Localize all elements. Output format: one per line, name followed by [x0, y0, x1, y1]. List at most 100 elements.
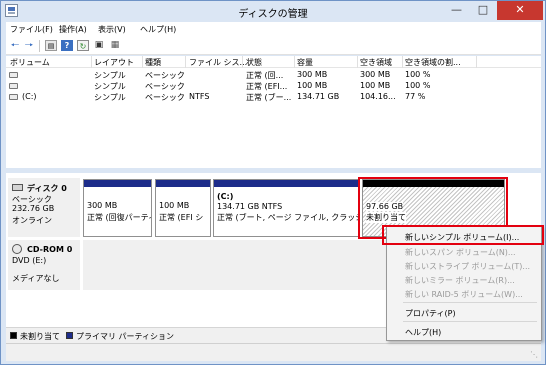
column-separator[interactable] [185, 56, 186, 68]
title-bar: ディスクの管理 — □ ✕ [1, 1, 545, 21]
disk-0-status: オンライン [12, 216, 52, 225]
cell-status: 正常 (ブー... [246, 93, 292, 102]
menu-help[interactable]: ヘルプ(H) [140, 24, 176, 35]
column-header-status[interactable]: 状態 [246, 57, 262, 68]
column-header-filesystem[interactable]: ファイル シス... [189, 57, 247, 68]
partition-bar [214, 180, 359, 187]
cdrom-0-name: CD-ROM 0 [27, 245, 73, 254]
column-separator[interactable] [476, 56, 477, 68]
cdrom-icon [12, 244, 22, 254]
menu-new-spanned-volume[interactable]: 新しいスパン ボリューム(N)... [405, 247, 516, 258]
cell-layout: シンプル [94, 93, 126, 102]
cell-capacity: 134.71 GB [297, 92, 340, 101]
partition-bar [156, 180, 210, 187]
cell-volume: (C:) [22, 92, 37, 101]
menu-properties[interactable]: プロパティ(P) [405, 308, 456, 319]
column-header-capacity[interactable]: 容量 [297, 57, 313, 68]
legend-swatch-primary [66, 332, 73, 339]
close-button[interactable]: ✕ [497, 1, 543, 20]
column-separator[interactable] [294, 56, 295, 68]
cell-type: ベーシック [145, 71, 185, 80]
column-header-volume[interactable]: ボリューム [10, 57, 50, 68]
cell-layout: シンプル [94, 71, 126, 80]
legend-unallocated: 未割り当て [20, 332, 60, 341]
disk-icon [12, 184, 23, 191]
drive-icon [9, 83, 18, 89]
menu-new-raid5-volume[interactable]: 新しい RAID-5 ボリューム(W)... [405, 289, 523, 300]
column-header-free-percent[interactable]: 空き領域の割... [405, 57, 461, 68]
menu-separator [403, 321, 537, 322]
cell-capacity: 100 MB [297, 81, 328, 90]
partition-label: (C:) [217, 192, 234, 201]
menu-item-highlight-frame [382, 225, 544, 245]
cdrom-0-label[interactable]: CD-ROM 0 DVD (E:) メディアなし [8, 240, 80, 290]
partition-status: 正常 (EFI シ [159, 213, 204, 222]
table-row[interactable]: シンプル ベーシック 正常 (EFI... 100 MB 100 MB 100 … [6, 81, 541, 91]
cell-type: ベーシック [145, 93, 185, 102]
status-bar: ⋱ [6, 343, 541, 361]
cell-free-space: 300 MB [360, 70, 391, 79]
cell-free-percent: 100 % [405, 70, 431, 79]
back-icon[interactable]: 🠔 [9, 40, 21, 51]
cell-type: ベーシック [145, 82, 185, 91]
legend-swatch-unallocated [10, 332, 17, 339]
menu-view[interactable]: 表示(V) [98, 24, 126, 35]
help-icon[interactable]: ? [61, 40, 73, 51]
column-separator[interactable] [402, 56, 403, 68]
resize-grip-icon[interactable]: ⋱ [530, 350, 538, 359]
menu-action[interactable]: 操作(A) [59, 24, 87, 35]
partition-bar [84, 180, 151, 187]
volume-list: ボリューム レイアウト 種類 ファイル シス... 状態 容量 空き領域 空き領… [6, 56, 541, 168]
menu-file[interactable]: ファイル(F) [10, 24, 53, 35]
disk-management-window: ディスクの管理 — □ ✕ ファイル(F) 操作(A) 表示(V) ヘルプ(H)… [0, 0, 546, 365]
cdrom-0-drive: DVD (E:) [12, 256, 47, 265]
partition-status: 正常 (回復パーティ [87, 213, 151, 222]
rescan-icon[interactable]: ▣ [93, 40, 105, 51]
cell-layout: シンプル [94, 82, 126, 91]
cell-status: 正常 (回... [246, 71, 284, 80]
properties-icon[interactable]: ▤ [45, 40, 57, 51]
cell-free-percent: 77 % [405, 92, 426, 101]
menu-separator [403, 302, 537, 303]
table-row[interactable]: シンプル ベーシック 正常 (回... 300 MB 300 MB 100 % [6, 70, 541, 80]
cell-filesystem: NTFS [189, 92, 210, 101]
cell-status: 正常 (EFI... [246, 82, 288, 91]
disk-0-name: ディスク 0 [27, 184, 67, 193]
column-header-free-space[interactable]: 空き領域 [360, 57, 392, 68]
table-row[interactable]: (C:) シンプル ベーシック NTFS 正常 (ブー... 134.71 GB… [6, 92, 541, 102]
drive-icon [9, 94, 18, 100]
partition-recovery[interactable]: 300 MB 正常 (回復パーティ [83, 179, 152, 237]
column-header-type[interactable]: 種類 [145, 57, 161, 68]
column-separator[interactable] [91, 56, 92, 68]
cell-free-space: 104.16... [360, 92, 396, 101]
cdrom-0-status: メディアなし [12, 274, 60, 283]
column-separator[interactable] [242, 56, 243, 68]
partition-size: 134.71 GB NTFS [217, 202, 283, 211]
column-separator[interactable] [357, 56, 358, 68]
partition-size: 300 MB [87, 201, 118, 210]
cell-capacity: 300 MB [297, 70, 328, 79]
toolbar: 🠔 🠖 ▤ ? ↻ ▣ ▦ [6, 37, 541, 55]
column-separator[interactable] [142, 56, 143, 68]
maximize-button[interactable]: □ [470, 1, 496, 20]
minimize-button[interactable]: — [443, 1, 470, 20]
disk-0-label[interactable]: ディスク 0 ベーシック 232.76 GB オンライン [8, 178, 80, 237]
menu-help-item[interactable]: ヘルプ(H) [405, 327, 441, 338]
legend-primary: プライマリ パーティション [76, 332, 175, 341]
cell-free-percent: 100 % [405, 81, 431, 90]
partition-efi[interactable]: 100 MB 正常 (EFI シ [155, 179, 211, 237]
cell-free-space: 100 MB [360, 81, 391, 90]
toolbar-separator [39, 40, 40, 52]
column-header-layout[interactable]: レイアウト [94, 57, 134, 68]
settings-icon[interactable]: ▦ [109, 40, 121, 51]
disk-0-size: 232.76 GB [12, 204, 55, 213]
menu-new-striped-volume[interactable]: 新しいストライプ ボリューム(T)... [405, 261, 530, 272]
menu-bar: ファイル(F) 操作(A) 表示(V) ヘルプ(H) [6, 22, 541, 37]
refresh-icon[interactable]: ↻ [77, 40, 89, 51]
forward-icon[interactable]: 🠖 [23, 40, 35, 51]
partition-status: 正常 (ブート, ページ ファイル, クラッシュ ダン [217, 213, 359, 222]
partition-size: 100 MB [159, 201, 190, 210]
partition-c[interactable]: (C:) 134.71 GB NTFS 正常 (ブート, ページ ファイル, ク… [213, 179, 360, 237]
menu-new-mirrored-volume[interactable]: 新しいミラー ボリューム(R)... [405, 275, 515, 286]
volume-list-header: ボリューム レイアウト 種類 ファイル シス... 状態 容量 空き領域 空き領… [6, 56, 541, 68]
